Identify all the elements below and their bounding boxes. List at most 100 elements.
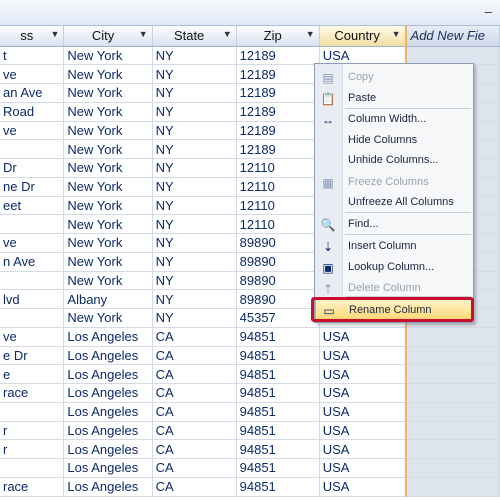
cell-city[interactable]: New York <box>63 46 153 66</box>
cell-address[interactable]: e <box>0 364 65 384</box>
cell-state[interactable]: NY <box>152 252 237 272</box>
cell-country[interactable]: USA <box>319 383 407 403</box>
cell-state[interactable]: CA <box>152 421 237 441</box>
cell-address[interactable]: r <box>0 439 65 459</box>
cell-state[interactable]: CA <box>152 327 237 347</box>
cell-state[interactable]: NY <box>152 308 237 328</box>
cell-city[interactable]: New York <box>63 214 153 234</box>
cell-state[interactable]: NY <box>152 158 237 178</box>
cell-address[interactable] <box>0 308 65 328</box>
cell-state[interactable]: CA <box>152 439 237 459</box>
cell-add-new-field[interactable] <box>404 383 500 403</box>
cell-address[interactable]: t <box>0 46 65 66</box>
cell-zip[interactable]: 12110 <box>236 196 320 216</box>
cell-zip[interactable]: 94851 <box>236 327 320 347</box>
cell-city[interactable]: Los Angeles <box>63 421 153 441</box>
cell-zip[interactable]: 94851 <box>236 421 320 441</box>
cell-country[interactable]: USA <box>319 346 407 366</box>
dropdown-arrow-icon[interactable]: ▼ <box>139 29 148 39</box>
cell-zip[interactable]: 12189 <box>236 83 320 103</box>
cell-zip[interactable]: 12110 <box>236 214 320 234</box>
dropdown-arrow-icon[interactable]: ▼ <box>392 29 401 39</box>
cell-add-new-field[interactable] <box>404 327 500 347</box>
menu-item-unfreeze-all-columns[interactable]: Unfreeze All Columns <box>315 192 473 213</box>
cell-city[interactable]: New York <box>63 64 153 84</box>
cell-address[interactable]: ve <box>0 121 65 141</box>
cell-add-new-field[interactable] <box>404 477 500 497</box>
cell-address[interactable]: Road <box>0 102 65 122</box>
cell-address[interactable] <box>0 139 65 159</box>
cell-state[interactable]: CA <box>152 346 237 366</box>
cell-zip[interactable]: 94851 <box>236 383 320 403</box>
cell-state[interactable]: NY <box>152 177 237 197</box>
menu-item-lookup-column[interactable]: ▣ Lookup Column... <box>315 257 473 278</box>
cell-zip[interactable]: 94851 <box>236 439 320 459</box>
cell-country[interactable]: USA <box>319 421 407 441</box>
cell-state[interactable]: CA <box>152 383 237 403</box>
column-header-country[interactable]: Country ▼ <box>319 26 407 47</box>
cell-city[interactable]: New York <box>63 102 153 122</box>
cell-address[interactable] <box>0 458 65 478</box>
cell-state[interactable]: NY <box>152 214 237 234</box>
cell-add-new-field[interactable] <box>404 46 500 66</box>
menu-item-unhide-columns[interactable]: Unhide Columns... <box>315 150 473 171</box>
cell-city[interactable]: Los Angeles <box>63 477 153 497</box>
dropdown-arrow-icon[interactable]: ▼ <box>306 29 315 39</box>
cell-city[interactable]: New York <box>63 83 153 103</box>
cell-add-new-field[interactable] <box>404 402 500 422</box>
cell-add-new-field[interactable] <box>404 364 500 384</box>
cell-country[interactable]: USA <box>319 458 407 478</box>
cell-state[interactable]: CA <box>152 477 237 497</box>
cell-country[interactable]: USA <box>319 327 407 347</box>
menu-item-column-width[interactable]: ↔ Column Width... <box>315 109 473 130</box>
cell-state[interactable]: NY <box>152 289 237 309</box>
cell-city[interactable]: Albany <box>63 289 153 309</box>
cell-add-new-field[interactable] <box>404 458 500 478</box>
cell-zip[interactable]: 94851 <box>236 346 320 366</box>
cell-zip[interactable]: 12189 <box>236 102 320 122</box>
cell-zip[interactable]: 94851 <box>236 402 320 422</box>
cell-zip[interactable]: 94851 <box>236 364 320 384</box>
cell-city[interactable]: New York <box>63 177 153 197</box>
cell-country[interactable]: USA <box>319 364 407 384</box>
cell-city[interactable]: New York <box>63 139 153 159</box>
cell-address[interactable]: an Ave <box>0 83 65 103</box>
cell-address[interactable]: r <box>0 421 65 441</box>
cell-city[interactable]: New York <box>63 271 153 291</box>
cell-state[interactable]: NY <box>152 46 237 66</box>
cell-state[interactable]: NY <box>152 233 237 253</box>
cell-address[interactable]: ve <box>0 233 65 253</box>
menu-item-hide-columns[interactable]: Hide Columns <box>315 130 473 151</box>
cell-address[interactable] <box>0 271 65 291</box>
cell-city[interactable]: New York <box>63 121 153 141</box>
column-header-add-new[interactable]: Add New Fie <box>404 26 500 47</box>
menu-item-copy[interactable]: ▤ Copy <box>315 67 473 88</box>
cell-zip[interactable]: 45357 <box>236 308 320 328</box>
cell-state[interactable]: CA <box>152 364 237 384</box>
menu-item-insert-column[interactable]: ⇣ Insert Column <box>315 236 473 257</box>
cell-address[interactable]: ve <box>0 64 65 84</box>
cell-city[interactable]: Los Angeles <box>63 346 153 366</box>
cell-add-new-field[interactable] <box>404 346 500 366</box>
cell-add-new-field[interactable] <box>404 439 500 459</box>
cell-zip[interactable]: 89890 <box>236 271 320 291</box>
cell-state[interactable]: NY <box>152 83 237 103</box>
cell-address[interactable]: ve <box>0 327 65 347</box>
cell-address[interactable] <box>0 402 65 422</box>
cell-city[interactable]: Los Angeles <box>63 364 153 384</box>
cell-state[interactable]: CA <box>152 402 237 422</box>
cell-city[interactable]: New York <box>63 158 153 178</box>
cell-city[interactable]: New York <box>63 308 153 328</box>
column-header-city[interactable]: City ▼ <box>63 26 153 47</box>
cell-address[interactable]: e Dr <box>0 346 65 366</box>
cell-address[interactable]: n Ave <box>0 252 65 272</box>
cell-city[interactable]: Los Angeles <box>63 383 153 403</box>
cell-zip[interactable]: 94851 <box>236 458 320 478</box>
column-header-address[interactable]: ss ▼ <box>0 26 65 47</box>
cell-zip[interactable]: 12189 <box>236 139 320 159</box>
cell-zip[interactable]: 89890 <box>236 252 320 272</box>
cell-city[interactable]: Los Angeles <box>63 439 153 459</box>
cell-city[interactable]: Los Angeles <box>63 327 153 347</box>
cell-country[interactable]: USA <box>319 477 407 497</box>
cell-address[interactable]: race <box>0 383 65 403</box>
